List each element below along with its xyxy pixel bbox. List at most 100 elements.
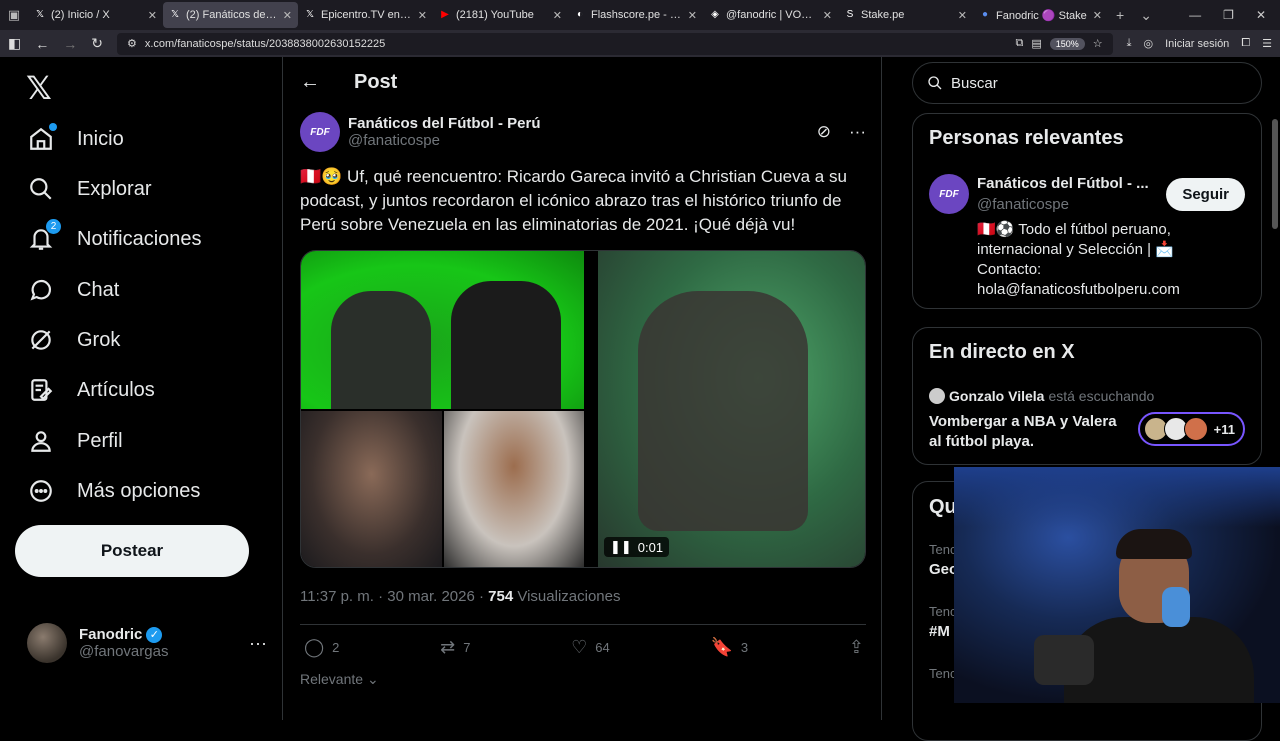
sidebar-item-chat[interactable]: Chat xyxy=(27,276,119,304)
maximize-icon[interactable]: ❐ xyxy=(1223,8,1234,22)
more-options-icon[interactable]: ··· xyxy=(249,633,267,654)
account-handle: @fanovargas xyxy=(79,643,169,660)
back-icon[interactable]: ← xyxy=(35,36,49,52)
relevant-handle[interactable]: @fanaticospe xyxy=(977,196,1069,213)
new-tab-icon[interactable]: + xyxy=(1108,7,1132,23)
follow-button[interactable]: Seguir xyxy=(1166,178,1245,211)
forward-icon[interactable]: → xyxy=(63,36,77,52)
sidebar-toggle-icon[interactable]: ◧ xyxy=(8,35,21,52)
signin-label[interactable]: Iniciar sesión xyxy=(1165,38,1229,50)
browser-tab-2[interactable]: 𝕏 Epicentro.TV en X: "#DU ✕ xyxy=(298,0,433,30)
downloads-icon[interactable]: ⤓ xyxy=(1127,37,1132,50)
sidebar-item-explorar[interactable]: Explorar xyxy=(27,175,151,203)
trend-name[interactable]: #M xyxy=(929,623,950,640)
minimize-icon[interactable]: — xyxy=(1189,8,1201,22)
views-label: Visualizaciones xyxy=(513,588,621,605)
browser-tab-1-active[interactable]: 𝕏 (2) Fanáticos del Fútbol - Pe ✕ xyxy=(163,2,298,28)
browser-tab-0[interactable]: 𝕏 (2) Inicio / X ✕ xyxy=(28,0,163,30)
sidebar-item-grok[interactable]: Grok xyxy=(27,326,120,354)
search-icon xyxy=(27,175,55,203)
video-player[interactable]: ❚❚ 0:01 xyxy=(598,251,865,567)
menu-icon[interactable]: ☰ xyxy=(1262,37,1272,50)
post-button[interactable]: Postear xyxy=(15,525,249,577)
close-tab-icon[interactable]: ✕ xyxy=(418,9,427,22)
sidebar-item-notificaciones[interactable]: 2 Notificaciones xyxy=(27,219,202,253)
post-timestamp[interactable]: 11:37 p. m. · 30 mar. 2026 · xyxy=(300,588,488,605)
sidebar-item-articulos[interactable]: Artículos xyxy=(27,376,155,404)
page-scrollbar[interactable] xyxy=(1272,119,1278,229)
post-meta: 11:37 p. m. · 30 mar. 2026 · 754 Visuali… xyxy=(300,588,620,605)
more-options-icon[interactable]: ··· xyxy=(849,122,866,142)
close-tab-icon[interactable]: ✕ xyxy=(148,9,157,22)
relevant-avatar[interactable]: FDF xyxy=(929,174,969,214)
browser-tab-5[interactable]: ◈ @fanodric | VOTA POR TU J ✕ xyxy=(703,0,838,30)
site-info-icon[interactable]: ⚙ xyxy=(127,37,137,50)
person-icon xyxy=(27,427,55,455)
grok-icon xyxy=(27,326,55,354)
sidebar-item-inicio[interactable]: Inicio xyxy=(27,123,124,153)
space-listeners[interactable]: +11 xyxy=(1137,412,1245,446)
share-button[interactable]: ⇪ xyxy=(849,637,864,658)
author-name[interactable]: Fanáticos del Fútbol - Perú xyxy=(348,115,799,132)
browser-tab-6[interactable]: S Stake.pe ✕ xyxy=(838,0,973,30)
bookmark-button[interactable]: 🔖 3 xyxy=(710,637,748,658)
x-logo-icon[interactable]: 𝕏 xyxy=(26,69,52,107)
browser-tab-7[interactable]: ● Fanodric 🟣 Stake ✕ xyxy=(973,0,1108,30)
close-tab-icon[interactable]: ✕ xyxy=(283,9,292,22)
bookmark-star-icon[interactable]: ☆ xyxy=(1093,37,1103,50)
main-column: ← Post FDF Fanáticos del Fútbol - Perú @… xyxy=(284,57,882,720)
reader-view-icon[interactable]: ▤ xyxy=(1031,37,1041,50)
address-bar[interactable]: ⚙ x.com/fanaticospe/status/2038838002630… xyxy=(116,32,1113,55)
close-tab-icon[interactable]: ✕ xyxy=(958,9,967,22)
extensions-icon[interactable]: ⧠ xyxy=(1241,37,1250,50)
sidebar-item-perfil[interactable]: Perfil xyxy=(27,427,123,455)
repost-button[interactable]: ⇄ 7 xyxy=(440,637,470,658)
webcam-background-light xyxy=(954,467,1280,527)
back-arrow-icon[interactable]: ← xyxy=(300,71,320,94)
video-time-text: 0:01 xyxy=(637,539,664,555)
tab-title: Flashscore.pe - Favoritos xyxy=(591,9,683,21)
live-host[interactable]: Gonzalo Vilela está escuchando xyxy=(929,388,1154,404)
sort-replies-dropdown[interactable]: Relevante ⌄ xyxy=(300,671,379,688)
author-avatar[interactable]: FDF xyxy=(300,112,340,152)
sidebar-item-label: Inicio xyxy=(77,127,124,150)
close-tab-icon[interactable]: ✕ xyxy=(688,9,697,22)
like-button[interactable]: ♡ 64 xyxy=(571,637,610,658)
close-tab-icon[interactable]: ✕ xyxy=(1093,9,1102,22)
tab-title: Fanodric 🟣 Stake xyxy=(996,9,1087,22)
grok-explain-icon[interactable]: ⊘ xyxy=(817,122,831,142)
url-text[interactable]: x.com/fanaticospe/status/203883800263015… xyxy=(145,38,1008,50)
browser-tab-3[interactable]: ▶ (2181) YouTube ✕ xyxy=(433,0,568,30)
browser-tab-4[interactable]: ◐ Flashscore.pe - Favoritos ✕ xyxy=(568,0,703,30)
photo-player-shout xyxy=(443,411,584,567)
reply-button[interactable]: ◯ 2 xyxy=(304,637,339,658)
tab-overview-icon[interactable]: ▣ xyxy=(0,7,28,23)
zoom-level[interactable]: 150% xyxy=(1049,37,1085,50)
tab-list-chevron-icon[interactable]: ⌄ xyxy=(1132,7,1160,24)
close-tab-icon[interactable]: ✕ xyxy=(823,9,832,22)
pause-icon[interactable]: ❚❚ xyxy=(610,539,632,555)
listener-extra-count: +11 xyxy=(1213,421,1235,437)
microphone-icon xyxy=(1034,635,1094,685)
relevant-bio: 🇵🇪⚽ Todo el fútbol peruano, internaciona… xyxy=(977,221,1180,298)
page-title: Post xyxy=(354,71,398,93)
x-favicon-icon: 𝕏 xyxy=(35,9,45,20)
heart-icon: ♡ xyxy=(571,637,588,657)
reload-icon[interactable]: ↻ xyxy=(91,35,103,52)
space-title[interactable]: Vombergar a NBA y Valera al fútbol playa… xyxy=(929,412,1129,452)
sidebar-item-mas-opciones[interactable]: Más opciones xyxy=(27,477,200,505)
screenshot-icon[interactable]: ⧉ xyxy=(1015,37,1023,50)
account-switcher[interactable]: Fanodric ✓ @fanovargas ··· xyxy=(27,623,267,663)
more-circle-icon xyxy=(27,477,55,505)
relevant-name[interactable]: Fanáticos del Fútbol - ... xyxy=(977,175,1149,192)
live-spaces-card: En directo en X Gonzalo Vilela está escu… xyxy=(912,327,1262,465)
video-timer[interactable]: ❚❚ 0:01 xyxy=(604,537,670,557)
photo-collage[interactable] xyxy=(301,251,584,567)
search-input[interactable]: Buscar xyxy=(912,62,1262,104)
card-title: En directo en X xyxy=(929,341,1075,363)
close-tab-icon[interactable]: ✕ xyxy=(553,9,562,22)
account-icon[interactable]: ◎ xyxy=(1144,37,1154,50)
close-window-icon[interactable]: ✕ xyxy=(1256,8,1266,22)
post-media[interactable]: ❚❚ 0:01 xyxy=(300,250,866,568)
author-handle[interactable]: @fanaticospe xyxy=(348,132,799,149)
